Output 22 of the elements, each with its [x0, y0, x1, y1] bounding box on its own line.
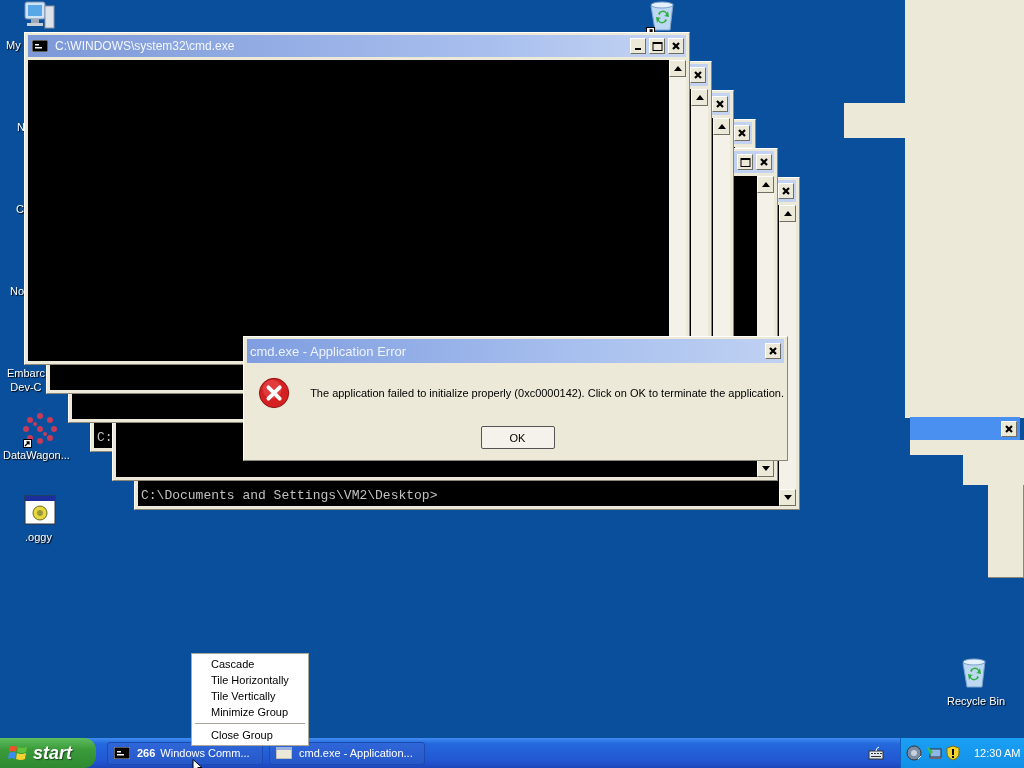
menu-item[interactable]: Tile Horizontally — [194, 672, 306, 688]
icon-label[interactable]: My — [6, 38, 21, 52]
icon-label[interactable]: No — [10, 284, 25, 298]
icon-label[interactable]: N — [17, 120, 25, 134]
icon-label[interactable]: DataWagon... — [3, 448, 70, 462]
icon-label[interactable]: Recycle Bin — [947, 694, 1006, 708]
menu-item[interactable]: Close Group — [194, 727, 306, 743]
window-title: C:\WINDOWS\system32\cmd.exe — [55, 39, 235, 53]
ok-button[interactable]: OK — [480, 426, 555, 449]
console-text: C:\Documents and Settings\VM2\Desktop> — [141, 488, 438, 504]
error-message: The application failed to initialize properly (0xc0000142). Click on OK to terminate the application. — [310, 387, 784, 399]
clock: 12:30 AM — [974, 747, 1021, 759]
menu-item[interactable]: Tile Vertically — [194, 688, 306, 704]
menu-item[interactable]: Minimize Group — [194, 704, 306, 720]
icon-label[interactable]: Embarc Dev-C — [7, 366, 45, 394]
menu-item[interactable]: Cascade — [194, 656, 306, 672]
icon-label[interactable]: C — [16, 202, 24, 216]
start-button[interactable]: start — [0, 738, 96, 768]
icon-label[interactable]: .oggy — [25, 530, 52, 544]
console-text: C: — [97, 430, 113, 446]
dialog-title: cmd.exe - Application Error — [250, 343, 407, 359]
taskbar-button[interactable]: cmd.exe - Application... — [269, 741, 425, 765]
